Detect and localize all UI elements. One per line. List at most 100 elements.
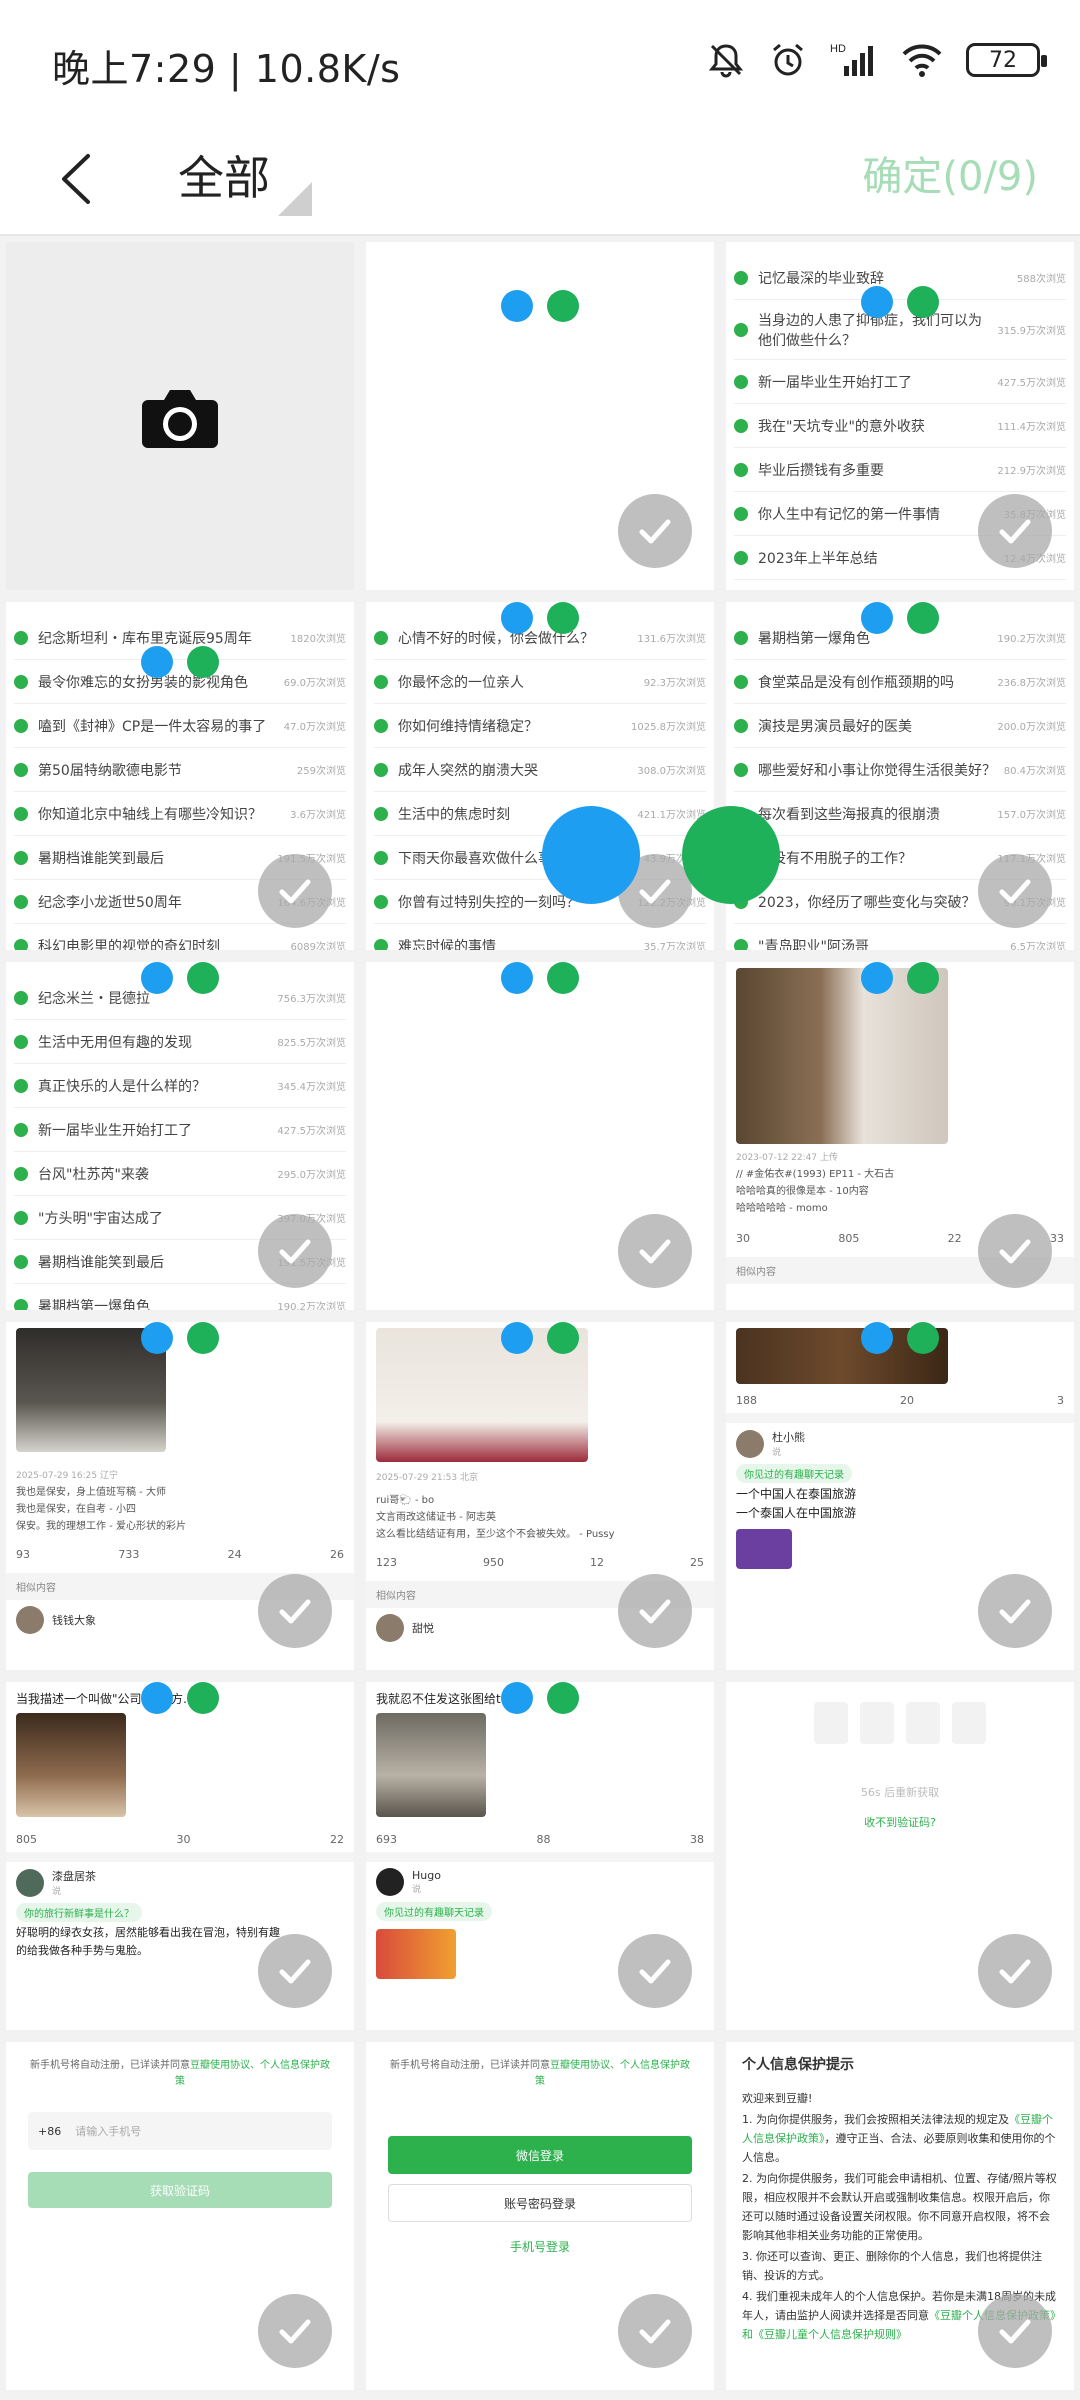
- photo-thumbnail[interactable]: [366, 242, 714, 590]
- photo-thumbnail[interactable]: 记忆最深的毕业致辞 588次浏览 当身边的人患了抑郁症，我们可以为他们做些什么？ 3…: [726, 242, 1074, 590]
- wifi-icon: [900, 40, 944, 80]
- post-actions: 693 88 38: [376, 1833, 704, 1846]
- comment-count: 123: [376, 1556, 397, 1569]
- list-item: 新一届毕业生开始打工了 427.5万次浏览: [734, 360, 1066, 404]
- list-item: 台风"杜苏芮"来袭 295.0万次浏览: [14, 1152, 346, 1196]
- photo-thumbnail[interactable]: 个人信息保护提示 欢迎来到豆瓣! 1. 为向你提供服务，我们会按照相关法律法规的…: [726, 2042, 1074, 2390]
- list-item: 每次看到这些海报真的很崩溃 157.0万次浏览: [734, 792, 1066, 836]
- select-check-icon[interactable]: [258, 2294, 332, 2368]
- terms-notice: 新手机号将自动注册，已详读并同意豆瓣使用协议、个人信息保护政策: [390, 2060, 690, 2087]
- post-preview: 2025-07-29 21:53 北京 rui哥🐑 - bo 文言雨改这储证书 …: [366, 1322, 714, 1575]
- comment-count: 93: [16, 1548, 30, 1561]
- photo-thumbnail[interactable]: 188 20 3 杜小熊说 你见过的有趣聊天记录 一个中国人在泰国旅游 一个泰国…: [726, 1322, 1074, 1670]
- alarm-icon: [768, 40, 808, 80]
- post-actions: 188 20 3: [736, 1394, 1064, 1407]
- select-check-icon[interactable]: [618, 2294, 692, 2368]
- phone-input: +86 请输入手机号: [28, 2112, 332, 2150]
- select-check-icon[interactable]: [618, 494, 692, 568]
- post-actions: 123 950 12 25: [376, 1556, 704, 1569]
- password-login-button: 账号密码登录: [388, 2184, 692, 2222]
- post-image: [376, 1713, 486, 1817]
- photo-thumbnail[interactable]: 纪念米兰・昆德拉 756.3万次浏览 生活中无用但有趣的发现 825.5万次浏览 真…: [6, 962, 354, 1310]
- select-check-icon[interactable]: [618, 1574, 692, 1648]
- like-count: 950: [483, 1556, 504, 1569]
- comment-line: 我也是保安，在自考 - 小四: [16, 1504, 136, 1515]
- photo-thumbnail[interactable]: 2025-07-29 21:53 北京 rui哥🐑 - bo 文言雨改这储证书 …: [366, 1322, 714, 1670]
- list-item: 哪些爱好和小事让你觉得生活很美好？ 80.4万次浏览: [734, 748, 1066, 792]
- resend-countdown: 56s 后重新获取: [860, 1786, 940, 1799]
- topic-tag: 你的旅行新鲜事是什么？: [16, 1903, 142, 1922]
- select-check-icon[interactable]: [258, 1934, 332, 2008]
- select-check-icon[interactable]: [978, 1214, 1052, 1288]
- list-item: 你最怀念的一位亲人 92.3万次浏览: [374, 660, 706, 704]
- select-check-icon[interactable]: [978, 2294, 1052, 2368]
- loading-indicator: [141, 646, 219, 678]
- post-date: 2025-07-29 16:25 辽宁: [16, 1471, 118, 1481]
- select-check-icon[interactable]: [618, 1934, 692, 2008]
- photo-thumbnail[interactable]: 新手机号将自动注册，已详读并同意豆瓣使用协议、个人信息保护政策 微信登录 账号密…: [366, 2042, 714, 2390]
- select-check-icon[interactable]: [258, 1574, 332, 1648]
- avatar: [16, 1606, 44, 1634]
- collect-count: 25: [690, 1556, 704, 1569]
- select-check-icon[interactable]: [258, 1214, 332, 1288]
- dropdown-triangle-icon[interactable]: [278, 182, 312, 216]
- photo-thumbnail[interactable]: 纪念斯坦利・库布里克诞辰95周年 1820次浏览 最令你难忘的女扮男装的影视角色 6…: [6, 602, 354, 950]
- photo-thumbnail[interactable]: 当我描述一个叫做"公司"的地方… 805 30 22 漆盘居茶说 你的旅行新鲜事…: [6, 1682, 354, 2030]
- post-text: 一个中国人在泰国旅游: [736, 1487, 857, 1501]
- post-date: 2023-07-12 22:47 上传: [736, 1153, 838, 1163]
- list-item: 嗑到《封神》CP是一件太容易的事了 47.0万次浏览: [14, 704, 346, 748]
- select-check-icon[interactable]: [978, 494, 1052, 568]
- loading-indicator: [141, 962, 219, 994]
- camera-tile[interactable]: [6, 242, 354, 590]
- list-item: 演技是男演员最好的医美 200.0万次浏览: [734, 704, 1066, 748]
- select-check-icon[interactable]: [978, 1934, 1052, 2008]
- photo-thumbnail[interactable]: 我就忍不住发这张图给ta😂 693 88 38 Hugo 说 你见过的有趣聊天记录: [366, 1682, 714, 2030]
- select-check-icon[interactable]: [978, 854, 1052, 928]
- loading-spinner: [542, 806, 780, 904]
- select-check-icon[interactable]: [978, 1574, 1052, 1648]
- list-item: 你知道北京中轴线上有哪些冷知识？ 3.6万次浏览: [14, 792, 346, 836]
- comment-line: 哈哈哈真的很像是本 - 10内容: [736, 1186, 869, 1197]
- select-check-icon[interactable]: [258, 854, 332, 928]
- collect-count: 33: [1049, 1232, 1064, 1245]
- collect-count: 26: [329, 1548, 344, 1561]
- no-code-link: 收不到验证码?: [864, 1816, 936, 1829]
- repost-count: 3: [1057, 1394, 1064, 1407]
- repost-count: 38: [690, 1833, 704, 1846]
- list-item: 生活中无用但有趣的发现 825.5万次浏览: [14, 1020, 346, 1064]
- avatar: [376, 1868, 404, 1896]
- loading-indicator: [861, 962, 939, 994]
- camera-icon: [142, 390, 218, 448]
- loading-indicator: [861, 286, 939, 318]
- back-button[interactable]: [48, 144, 108, 214]
- loading-indicator: [501, 962, 579, 994]
- list-item: 毕业后攒钱有多重要 212.9万次浏览: [734, 448, 1066, 492]
- comment-line: 这么看比结结证有用，至少这个不会被失效。 - Pussy: [376, 1529, 615, 1540]
- repost-count: 22: [947, 1232, 962, 1245]
- confirm-button[interactable]: 确定(0/9): [862, 144, 1038, 202]
- photo-thumbnail[interactable]: [366, 962, 714, 1310]
- photo-thumbnail[interactable]: 2023-07-12 22:47 上传 // #金佑衣#(1993) EP11 …: [726, 962, 1074, 1310]
- status-icons: HD 72: [706, 34, 1047, 86]
- select-check-icon[interactable]: [618, 1214, 692, 1288]
- photo-grid: 记忆最深的毕业致辞 588次浏览 当身边的人患了抑郁症，我们可以为他们做些什么？ 3…: [0, 236, 1080, 2400]
- login-screen-preview: 新手机号将自动注册，已详读并同意豆瓣使用协议、个人信息保护政策 +86 请输入手机…: [6, 2042, 354, 2224]
- comment-count: 30: [736, 1232, 750, 1245]
- comment-line: 我也是保安，身上值班写稿 - 大师: [16, 1487, 166, 1498]
- repost-count: 22: [330, 1833, 344, 1846]
- photo-thumbnail[interactable]: 2025-07-29 16:25 辽宁 我也是保安，身上值班写稿 - 大师 我也…: [6, 1322, 354, 1670]
- comment-count: 20: [900, 1394, 914, 1407]
- loading-indicator: [501, 1682, 579, 1714]
- topic-tag: 你见过的有趣聊天记录: [736, 1464, 852, 1483]
- battery-icon: 72: [966, 43, 1047, 77]
- loading-dot-green: [682, 806, 780, 904]
- post-text: 一个泰国人在中国旅游: [736, 1506, 857, 1520]
- photo-thumbnail[interactable]: 新手机号将自动注册，已详读并同意豆瓣使用协议、个人信息保护政策 +86 请输入手机…: [6, 2042, 354, 2390]
- status-bar: 晚上7:29 | 10.8K/s HD 72: [0, 0, 1080, 120]
- mute-bell-icon: [706, 40, 746, 80]
- loading-dot-blue: [542, 806, 640, 904]
- wechat-login-button: 微信登录: [388, 2136, 692, 2174]
- get-code-button: 获取验证码: [28, 2172, 332, 2208]
- photo-thumbnail[interactable]: 56s 后重新获取 收不到验证码?: [726, 1682, 1074, 2030]
- album-title[interactable]: 全部: [178, 142, 270, 208]
